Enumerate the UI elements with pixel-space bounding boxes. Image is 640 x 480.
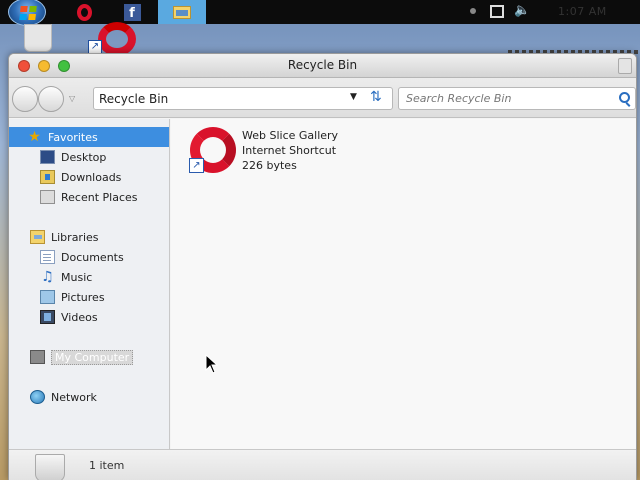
sidebar-item-favorites[interactable]: ★ Favorites bbox=[9, 127, 169, 147]
sidebar-item-desktop[interactable]: Desktop bbox=[9, 147, 169, 167]
toolbar: ▽ Recycle Bin ▼ ⇅ Search Recycle Bin bbox=[9, 78, 636, 118]
file-type: Internet Shortcut bbox=[242, 144, 337, 157]
sidebar-item-label: Recent Places bbox=[61, 190, 138, 204]
refresh-icon[interactable]: ⇅ bbox=[370, 89, 382, 105]
sidebar-item-label: Pictures bbox=[61, 290, 105, 304]
navigation-pane: ★ Favorites Desktop Downloads Recent Pla… bbox=[9, 119, 170, 449]
tray-clock[interactable]: 1:07 AM bbox=[558, 5, 607, 18]
sidebar-item-label: Libraries bbox=[51, 230, 99, 244]
file-name: Web Slice Gallery bbox=[242, 129, 339, 142]
sidebar-item-label: Desktop bbox=[61, 150, 107, 164]
sidebar-item-pictures[interactable]: Pictures bbox=[9, 287, 169, 307]
sidebar-item-recent-places[interactable]: Recent Places bbox=[9, 187, 169, 207]
taskbar: f 🔈 1:07 AM bbox=[0, 0, 640, 26]
sidebar-item-my-computer[interactable]: My Computer bbox=[9, 347, 169, 367]
taskbar-opera-button[interactable] bbox=[60, 0, 108, 24]
title-bar[interactable]: Recycle Bin bbox=[9, 54, 636, 78]
window-title: Recycle Bin bbox=[287, 58, 358, 72]
network-icon bbox=[30, 390, 45, 404]
file-size: 226 bytes bbox=[242, 159, 297, 172]
sidebar-item-label: Downloads bbox=[61, 170, 122, 184]
recycle-bin-icon bbox=[35, 454, 65, 480]
facebook-icon: f bbox=[123, 3, 141, 21]
recent-places-icon bbox=[40, 190, 55, 204]
file-list[interactable]: ↗ Web Slice Gallery Internet Shortcut 22… bbox=[171, 119, 636, 449]
sidebar-item-downloads[interactable]: Downloads bbox=[9, 167, 169, 187]
opera-icon bbox=[76, 3, 92, 21]
sidebar-item-music[interactable]: ♫ Music bbox=[9, 267, 169, 287]
back-button[interactable] bbox=[12, 86, 38, 112]
videos-icon bbox=[40, 310, 55, 324]
sidebar-item-documents[interactable]: Documents bbox=[9, 247, 169, 267]
history-dropdown-icon[interactable]: ▽ bbox=[69, 94, 75, 103]
forward-button[interactable] bbox=[38, 86, 64, 112]
start-button[interactable] bbox=[8, 0, 46, 26]
desktop-opera-icon[interactable] bbox=[98, 22, 136, 56]
desktop-shortcut-arrow-icon: ↗ bbox=[88, 40, 102, 54]
file-item[interactable]: ↗ Web Slice Gallery Internet Shortcut 22… bbox=[186, 127, 386, 177]
desktop-icon bbox=[40, 150, 55, 164]
folder-icon bbox=[173, 5, 191, 19]
volume-icon[interactable]: 🔈 bbox=[514, 3, 530, 18]
sidebar-item-label: My Computer bbox=[51, 349, 134, 365]
taskbar-facebook-button[interactable]: f bbox=[108, 0, 156, 24]
address-bar[interactable]: Recycle Bin ▼ ⇅ bbox=[93, 87, 393, 110]
address-text: Recycle Bin bbox=[99, 92, 169, 106]
shortcut-arrow-icon: ↗ bbox=[189, 158, 204, 173]
desktop-recycle-bin-icon[interactable] bbox=[24, 24, 52, 52]
music-icon: ♫ bbox=[41, 269, 54, 285]
item-count: 1 item bbox=[89, 459, 125, 472]
notification-dot-icon[interactable] bbox=[470, 8, 476, 14]
explorer-window: Recycle Bin ▽ Recycle Bin ▼ ⇅ Search Rec… bbox=[8, 53, 637, 480]
star-icon: ★ bbox=[28, 129, 41, 145]
status-bar: 1 item bbox=[9, 449, 636, 480]
title-menu-button[interactable] bbox=[618, 58, 632, 74]
sidebar-item-label: Music bbox=[61, 270, 93, 284]
search-icon[interactable] bbox=[619, 92, 630, 103]
pictures-icon bbox=[40, 290, 55, 304]
search-placeholder: Search Recycle Bin bbox=[406, 92, 512, 105]
sidebar-item-label: Videos bbox=[61, 310, 98, 324]
chevron-down-icon[interactable]: ▼ bbox=[350, 92, 357, 102]
computer-icon bbox=[30, 350, 45, 364]
sidebar-item-label: Favorites bbox=[48, 130, 98, 144]
windows-orb-icon bbox=[19, 6, 37, 20]
network-tray-icon[interactable] bbox=[490, 5, 504, 18]
libraries-icon bbox=[30, 230, 45, 244]
taskbar-explorer-button[interactable] bbox=[158, 0, 206, 24]
sidebar-item-videos[interactable]: Videos bbox=[9, 307, 169, 327]
sidebar-item-label: Network bbox=[51, 390, 97, 404]
documents-icon bbox=[40, 250, 55, 264]
sidebar-item-network[interactable]: Network bbox=[9, 387, 169, 407]
sidebar-item-label: Documents bbox=[61, 250, 124, 264]
search-input[interactable]: Search Recycle Bin bbox=[398, 87, 636, 110]
downloads-folder-icon bbox=[40, 170, 55, 184]
sidebar-item-libraries[interactable]: Libraries bbox=[9, 227, 169, 247]
